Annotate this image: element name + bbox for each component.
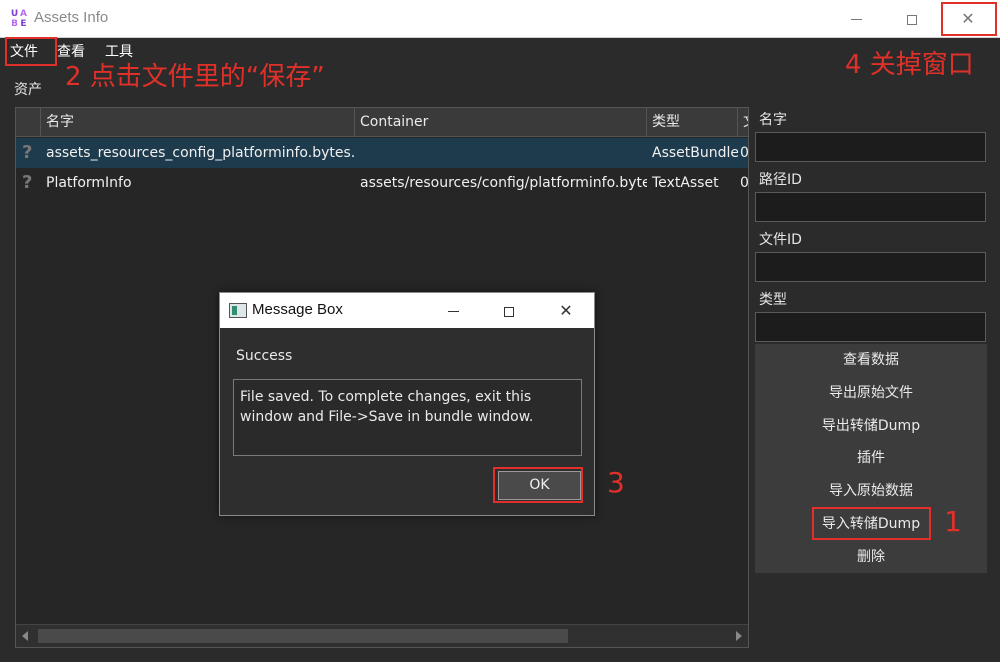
annotation-highlight-close	[941, 2, 997, 36]
maximize-icon	[504, 306, 514, 317]
annotation-highlight-import-dump	[812, 507, 931, 540]
close-icon: ✕	[559, 301, 573, 320]
column-header-name[interactable]: 名字	[41, 108, 355, 137]
cell-name: PlatformInfo	[46, 175, 132, 191]
import-raw-button[interactable]: 导入原始数据	[755, 475, 987, 507]
minimize-icon	[447, 311, 459, 312]
annotation-step-1: 1	[944, 505, 962, 538]
scroll-right-icon[interactable]	[736, 631, 742, 641]
window-title: Assets Info	[34, 9, 109, 26]
window-app-icon	[229, 303, 247, 318]
name-label: 名字	[759, 112, 787, 128]
path-id-label: 路径ID	[759, 172, 802, 188]
column-header-container[interactable]: Container	[355, 108, 647, 137]
horizontal-scrollbar[interactable]	[16, 624, 748, 647]
path-id-field[interactable]	[755, 192, 986, 222]
assets-section-label: 资产	[14, 82, 42, 98]
export-raw-button[interactable]: 导出原始文件	[755, 377, 987, 409]
type-label: 类型	[759, 292, 787, 308]
maximize-icon	[907, 14, 917, 25]
delete-button[interactable]: 删除	[755, 541, 987, 573]
name-field[interactable]	[755, 132, 986, 162]
column-header-type[interactable]: 类型	[647, 108, 738, 137]
dialog-minimize-button[interactable]	[433, 293, 473, 328]
cell-container	[355, 138, 647, 168]
scroll-left-icon[interactable]	[22, 631, 28, 641]
dialog-message: File saved. To complete changes, exit th…	[233, 379, 582, 456]
title-bar: UABE Assets Info ✕	[0, 0, 1000, 38]
dialog-title: Message Box	[252, 301, 343, 318]
minimize-button[interactable]	[833, 0, 879, 38]
type-field[interactable]	[755, 312, 986, 342]
dialog-maximize-button[interactable]	[489, 293, 529, 328]
maximize-button[interactable]	[889, 0, 935, 38]
dialog-close-button[interactable]: ✕	[546, 293, 586, 328]
cell-file: 0	[740, 175, 748, 191]
annotation-highlight-file-menu	[5, 37, 57, 66]
uabe-logo-icon: UABE	[10, 9, 27, 29]
export-dump-button[interactable]: 导出转储Dump	[755, 410, 987, 442]
unknown-type-icon: ?	[22, 172, 33, 193]
cell-container: assets/resources/config/platforminfo.byt…	[360, 175, 647, 191]
table-row[interactable]: ? PlatformInfo assets/resources/config/p…	[16, 168, 748, 198]
view-data-button[interactable]: 查看数据	[755, 344, 987, 376]
file-id-label: 文件ID	[759, 232, 802, 248]
minimize-icon	[850, 19, 862, 20]
table-header: 名字 Container 类型 文	[16, 108, 748, 137]
cell-name: assets_resources_config_platforminfo.byt…	[46, 145, 355, 161]
table-row[interactable]: ? assets_resources_config_platforminfo.b…	[16, 138, 748, 168]
dialog-title-bar: Message Box ✕	[220, 293, 594, 328]
scrollbar-thumb[interactable]	[38, 629, 568, 643]
file-id-field[interactable]	[755, 252, 986, 282]
dialog-heading: Success	[236, 348, 293, 364]
header-corner[interactable]	[16, 108, 41, 137]
annotation-step-4: 4 关掉窗口	[845, 50, 974, 80]
annotation-step-3: 3	[607, 466, 625, 499]
annotation-step-2: 2 点击文件里的“保存”	[65, 62, 325, 92]
annotation-highlight-ok	[493, 467, 583, 503]
cell-type: AssetBundle	[652, 145, 738, 161]
plugins-button[interactable]: 插件	[755, 442, 987, 474]
unknown-type-icon: ?	[22, 142, 33, 163]
column-header-file[interactable]: 文	[738, 108, 748, 137]
cell-file: 0	[740, 145, 748, 161]
cell-type: TextAsset	[652, 175, 719, 191]
